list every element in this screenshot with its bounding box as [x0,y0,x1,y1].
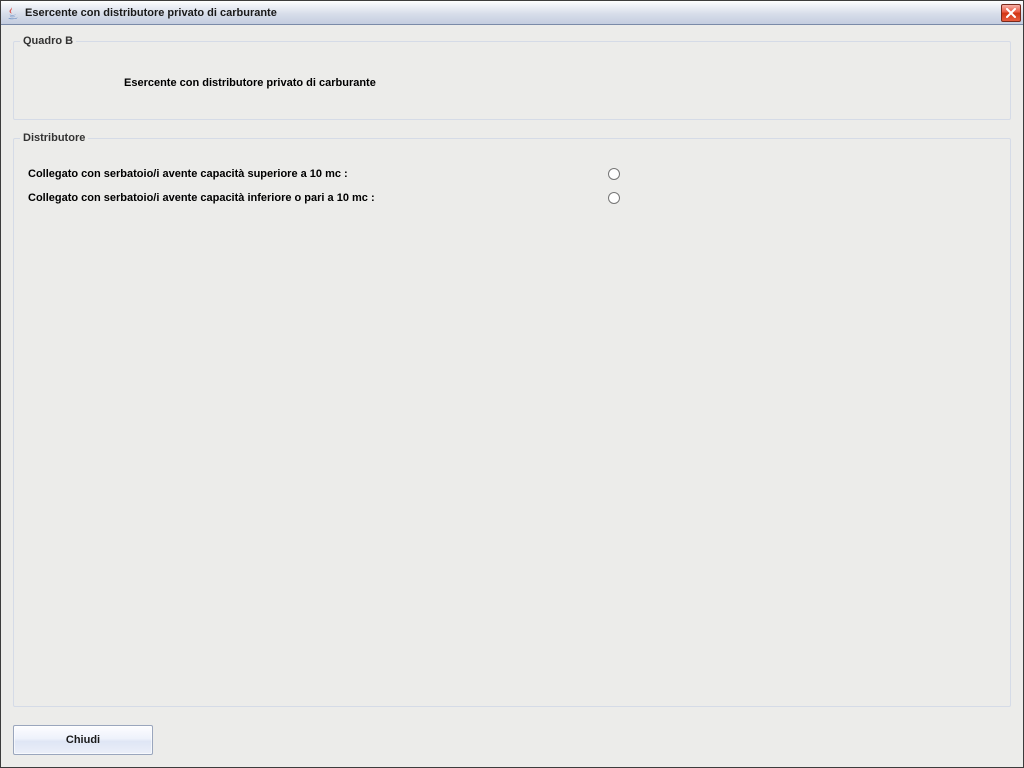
close-icon [1006,8,1016,18]
option-label-sup10: Collegato con serbatoio/i avente capacit… [28,168,608,180]
close-button[interactable]: Chiudi [13,725,153,755]
groupbox-quadro-b: Quadro B Esercente con distributore priv… [13,35,1011,120]
option-row-sup10: Collegato con serbatoio/i avente capacit… [28,168,996,180]
quadro-b-heading: Esercente con distributore privato di ca… [124,77,1000,89]
footer: Chiudi [13,719,1011,755]
option-label-inf10: Collegato con serbatoio/i avente capacit… [28,192,608,204]
option-row-inf10: Collegato con serbatoio/i avente capacit… [28,192,996,204]
title-bar[interactable]: Esercente con distributore privato di ca… [1,1,1023,25]
window-title: Esercente con distributore privato di ca… [25,7,1001,19]
groupbox-quadro-b-legend: Quadro B [20,35,76,47]
client-area: Quadro B Esercente con distributore priv… [1,25,1023,767]
option-radio-inf10[interactable] [608,192,620,204]
groupbox-distributore-legend: Distributore [20,132,88,144]
window-frame: Esercente con distributore privato di ca… [0,0,1024,768]
java-icon [5,5,21,21]
window-close-button[interactable] [1001,4,1021,22]
groupbox-distributore: Distributore Collegato con serbatoio/i a… [13,132,1011,707]
option-radio-sup10[interactable] [608,168,620,180]
